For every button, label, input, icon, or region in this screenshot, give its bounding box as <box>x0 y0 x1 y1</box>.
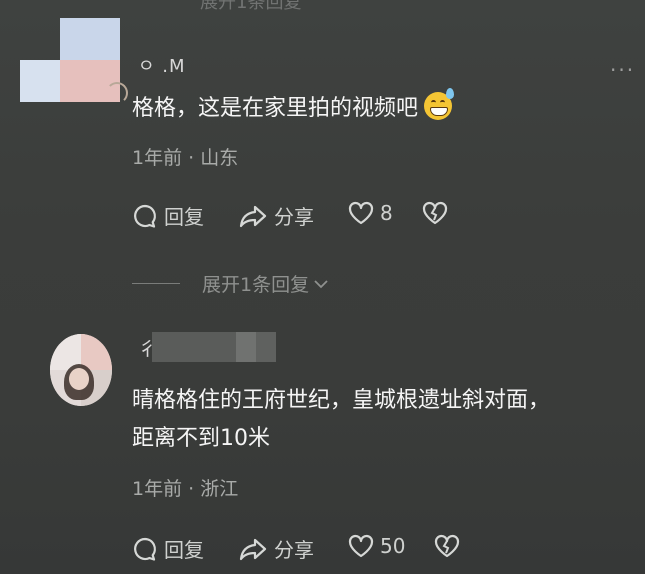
share-arrow-icon <box>239 205 267 227</box>
like-button[interactable]: 50 <box>348 534 405 558</box>
share-arrow-icon <box>239 538 267 560</box>
avatar-block <box>20 60 60 102</box>
reply-button[interactable]: 回复 <box>132 201 204 230</box>
share-button[interactable]: 分享 <box>238 201 314 230</box>
dislike-button[interactable] <box>434 534 460 558</box>
broken-heart-icon <box>422 201 448 225</box>
username-redaction <box>236 332 256 362</box>
dislike-button[interactable] <box>422 201 448 225</box>
chevron-down-icon <box>314 279 328 288</box>
more-options-icon[interactable]: ··· <box>610 58 635 82</box>
avatar[interactable] <box>50 334 112 406</box>
username[interactable]: ㅇ .Μ <box>138 52 186 78</box>
like-button[interactable]: 8 <box>348 201 393 225</box>
comment-text: 晴格格住的王府世纪，皇城根遗址斜对面， 距离不到10米 <box>132 388 551 451</box>
comment-text: 格格，这是在家里拍的视频吧 <box>132 88 455 126</box>
grinning-sweat-emoji-icon <box>424 88 455 120</box>
collapsed-reply-link-partial[interactable]: 展开1条回复 <box>200 0 301 14</box>
divider <box>132 283 180 284</box>
reply-bubble-icon <box>134 204 156 228</box>
heart-icon <box>348 534 374 558</box>
reply-bubble-icon <box>134 537 156 561</box>
avatar[interactable] <box>20 18 128 104</box>
username-redaction <box>152 332 236 362</box>
broken-heart-icon <box>434 534 460 558</box>
reply-button[interactable]: 回复 <box>132 534 204 563</box>
share-button[interactable]: 分享 <box>238 534 314 563</box>
avatar-badge-icon <box>106 82 128 104</box>
comment-meta: 1年前 · 山东 <box>132 147 239 169</box>
heart-icon <box>348 201 374 225</box>
avatar-block <box>60 18 120 60</box>
username-redaction <box>256 332 276 362</box>
expand-replies-link[interactable]: 展开1条回复 <box>132 270 329 297</box>
comment-meta: 1年前 · 浙江 <box>132 478 239 500</box>
